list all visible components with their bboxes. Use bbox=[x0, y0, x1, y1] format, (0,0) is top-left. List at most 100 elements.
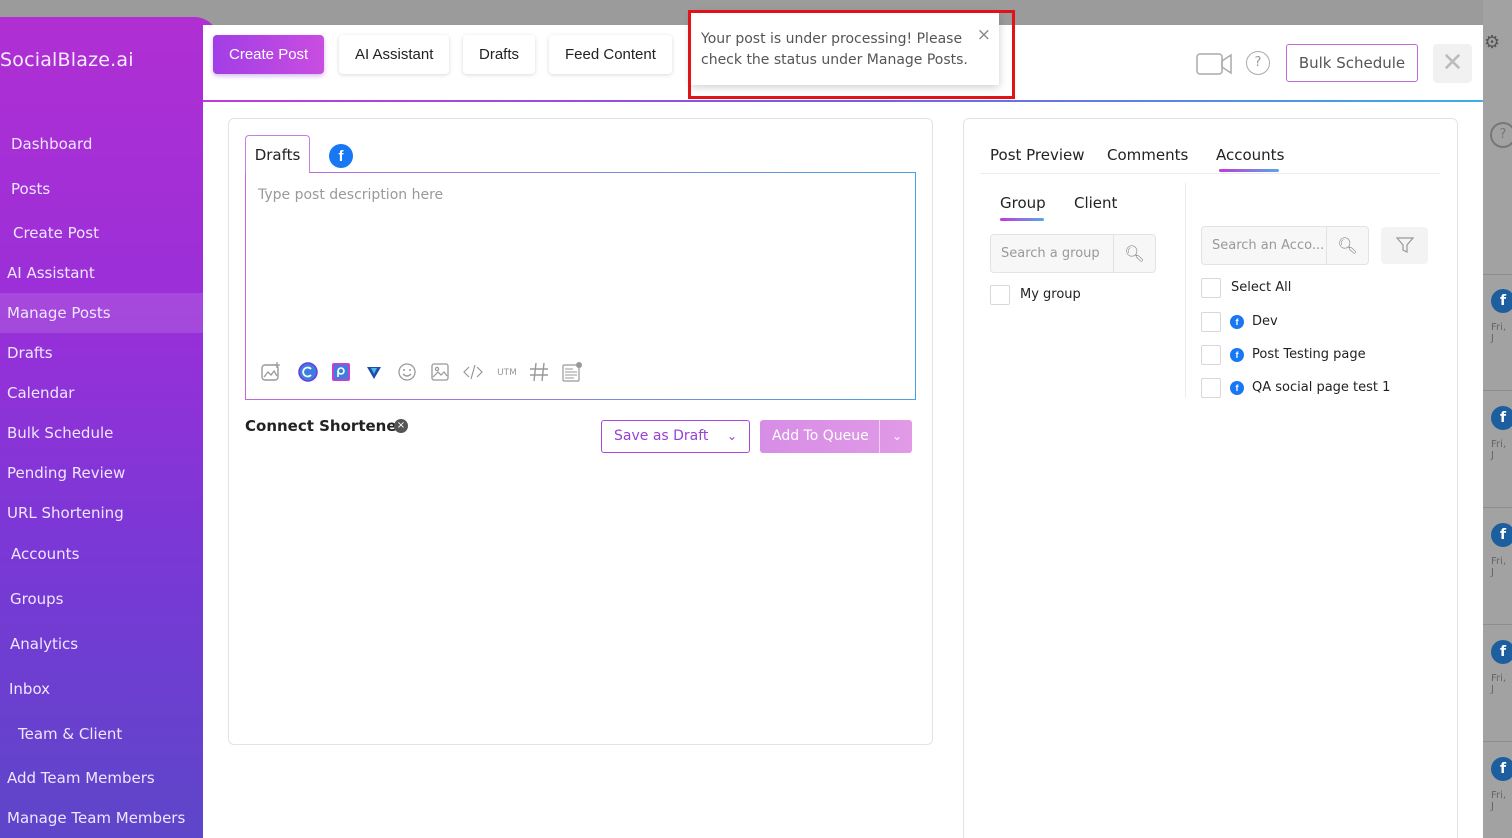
panel-divider bbox=[1185, 183, 1186, 398]
facebook-icon: f bbox=[1230, 348, 1244, 362]
tab-create-post[interactable]: Create Post bbox=[213, 35, 325, 74]
gear-icon: ⚙ bbox=[1484, 32, 1501, 53]
background-divider bbox=[1483, 390, 1512, 391]
facebook-icon: f bbox=[1491, 289, 1512, 313]
sidebar-item-manage-posts[interactable]: Manage Posts bbox=[0, 293, 220, 333]
active-tab-underline bbox=[1219, 169, 1279, 172]
video-camera-icon[interactable] bbox=[1196, 52, 1232, 76]
facebook-icon: f bbox=[1491, 523, 1512, 547]
toast-highlight-frame bbox=[688, 10, 1015, 99]
close-modal-button[interactable]: ✕ bbox=[1433, 44, 1472, 83]
sidebar-item-create-post[interactable]: Create Post bbox=[13, 224, 99, 242]
facebook-icon: f bbox=[1230, 315, 1244, 329]
tab-accounts[interactable]: Accounts bbox=[1216, 146, 1284, 164]
image-icon[interactable] bbox=[429, 361, 451, 383]
search-icon[interactable]: 🔍︎ bbox=[1326, 227, 1368, 264]
tabs-divider bbox=[980, 173, 1440, 174]
checkbox-account[interactable] bbox=[1201, 378, 1221, 398]
close-icon[interactable]: × bbox=[394, 419, 408, 433]
tab-drafts[interactable]: Drafts bbox=[463, 35, 536, 74]
checkbox-my-group[interactable] bbox=[990, 285, 1010, 305]
tab-post-preview[interactable]: Post Preview bbox=[990, 146, 1085, 164]
add-to-queue-label: Add To Queue bbox=[772, 428, 869, 444]
facebook-tab-icon[interactable]: f bbox=[329, 144, 353, 168]
background-help-icon: ? bbox=[1490, 122, 1512, 148]
save-as-draft-button[interactable]: Save as Draft ⌄ bbox=[601, 420, 750, 453]
sidebar-item-analytics[interactable]: Analytics bbox=[10, 635, 78, 653]
add-media-icon[interactable] bbox=[260, 361, 282, 383]
account-label: Post Testing page bbox=[1252, 347, 1366, 362]
connect-shortener-label: Connect Shortener bbox=[245, 417, 404, 435]
filter-icon[interactable] bbox=[1381, 227, 1428, 264]
background-date: Fri, J bbox=[1491, 322, 1507, 344]
picsart-icon[interactable] bbox=[330, 361, 352, 383]
background-date: Fri, J bbox=[1491, 790, 1507, 812]
group-search[interactable]: Search a group 🔍︎ bbox=[990, 234, 1156, 273]
canva-icon[interactable] bbox=[297, 361, 319, 383]
background-date: Fri, J bbox=[1491, 439, 1507, 461]
group-search-input[interactable]: Search a group bbox=[1001, 235, 1111, 272]
subtab-client[interactable]: Client bbox=[1074, 194, 1117, 212]
tab-feed-content[interactable]: Feed Content bbox=[549, 35, 672, 74]
sidebar-item-add-team-members[interactable]: Add Team Members bbox=[7, 769, 155, 787]
post-description-input[interactable]: Type post description here UTM bbox=[245, 172, 916, 400]
sidebar-item-posts[interactable]: Posts bbox=[11, 180, 50, 198]
help-icon[interactable]: ? bbox=[1246, 51, 1270, 75]
checkbox-account[interactable] bbox=[1201, 312, 1221, 332]
create-post-modal: Create Post AI Assistant Drafts Feed Con… bbox=[203, 25, 1483, 838]
app-logo[interactable]: SocialBlaze.ai bbox=[0, 49, 134, 71]
sidebar-item-team-client[interactable]: Team & Client bbox=[18, 725, 122, 743]
add-to-queue-button[interactable]: Add To Queue ⌄ bbox=[760, 420, 912, 453]
save-as-draft-label: Save as Draft bbox=[614, 428, 709, 444]
emoji-icon[interactable] bbox=[396, 361, 418, 383]
chevron-down-icon[interactable]: ⌄ bbox=[727, 421, 737, 452]
facebook-icon: f bbox=[1230, 381, 1244, 395]
group-label: My group bbox=[1020, 287, 1081, 302]
sidebar-item-dashboard[interactable]: Dashboard bbox=[11, 135, 92, 153]
sidebar-item-groups[interactable]: Groups bbox=[10, 590, 63, 608]
background-divider bbox=[1483, 741, 1512, 742]
tab-comments[interactable]: Comments bbox=[1107, 146, 1188, 164]
bulk-schedule-button[interactable]: Bulk Schedule bbox=[1286, 44, 1418, 82]
background-divider bbox=[1483, 274, 1512, 275]
sidebar-item-pending-review[interactable]: Pending Review bbox=[7, 464, 125, 482]
facebook-icon: f bbox=[1491, 640, 1512, 664]
search-icon[interactable]: 🔍︎ bbox=[1113, 235, 1155, 272]
sidebar-item-manage-team-members[interactable]: Manage Team Members bbox=[7, 809, 185, 827]
post-description-placeholder: Type post description here bbox=[258, 187, 444, 203]
sidebar-item-url-shortening[interactable]: URL Shortening bbox=[7, 504, 124, 522]
sidebar-item-calendar[interactable]: Calendar bbox=[7, 384, 74, 402]
code-icon[interactable] bbox=[462, 361, 484, 383]
sidebar: SocialBlaze.ai Dashboard Posts Create Po… bbox=[0, 17, 220, 838]
select-all-label: Select All bbox=[1231, 280, 1292, 295]
post-editor-card: Drafts f Type post description here UTM … bbox=[228, 118, 933, 745]
sidebar-item-drafts[interactable]: Drafts bbox=[7, 344, 53, 362]
account-label: QA social page test 1 bbox=[1252, 380, 1391, 395]
checkbox-select-all[interactable] bbox=[1201, 278, 1221, 298]
chevron-down-icon[interactable]: ⌄ bbox=[892, 420, 902, 453]
add-caption-icon[interactable] bbox=[561, 361, 583, 383]
account-search-input[interactable]: Search an Acco... bbox=[1212, 227, 1324, 264]
sidebar-item-inbox[interactable]: Inbox bbox=[9, 680, 50, 698]
account-label: Dev bbox=[1252, 314, 1278, 329]
tab-ai-assistant[interactable]: AI Assistant bbox=[339, 35, 450, 74]
vista-create-icon[interactable] bbox=[363, 361, 385, 383]
facebook-icon: f bbox=[1491, 757, 1512, 781]
background-divider bbox=[1483, 624, 1512, 625]
accounts-panel: Post Preview Comments Accounts Group Cli… bbox=[963, 118, 1458, 838]
utm-icon[interactable]: UTM bbox=[495, 362, 519, 384]
background-date: Fri, J bbox=[1491, 556, 1507, 578]
account-search[interactable]: Search an Acco... 🔍︎ bbox=[1201, 226, 1369, 265]
hashtag-icon[interactable] bbox=[528, 361, 550, 383]
sidebar-item-accounts[interactable]: Accounts bbox=[11, 545, 79, 563]
checkbox-account[interactable] bbox=[1201, 345, 1221, 365]
split-divider bbox=[879, 420, 880, 453]
background-date: Fri, J bbox=[1491, 673, 1507, 695]
sidebar-item-bulk-schedule[interactable]: Bulk Schedule bbox=[7, 424, 113, 442]
editor-tab-drafts[interactable]: Drafts bbox=[245, 135, 310, 173]
active-subtab-underline bbox=[1000, 218, 1044, 221]
background-divider bbox=[1483, 507, 1512, 508]
subtab-group[interactable]: Group bbox=[1000, 194, 1046, 212]
facebook-icon: f bbox=[1491, 406, 1512, 430]
sidebar-item-ai-assistant[interactable]: AI Assistant bbox=[7, 264, 95, 282]
